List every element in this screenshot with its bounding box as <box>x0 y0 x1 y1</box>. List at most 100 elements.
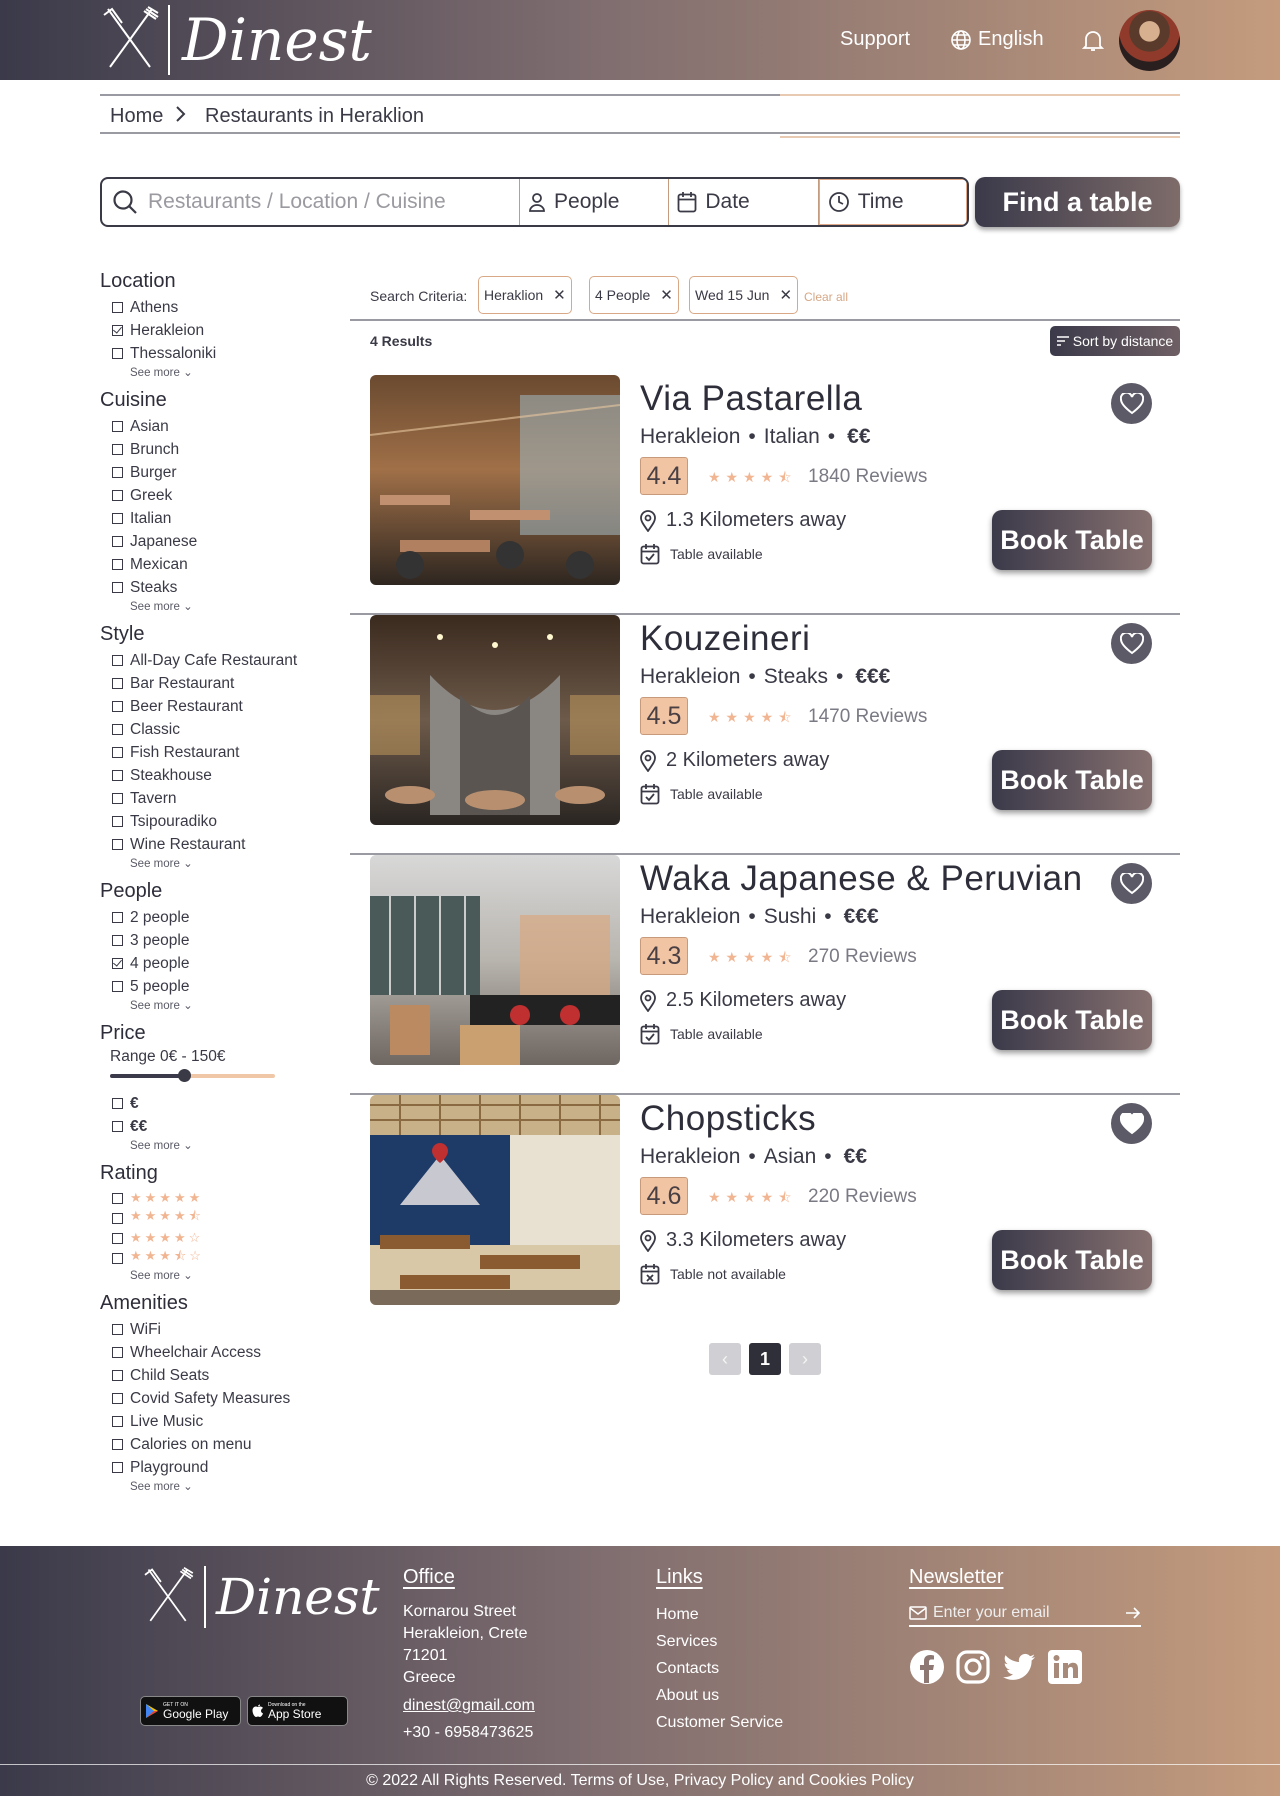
filter-option[interactable]: Athens <box>100 296 320 319</box>
restaurant-photo[interactable] <box>370 615 620 825</box>
see-more-link[interactable]: See more ⌄ <box>100 856 320 870</box>
checkbox-checked[interactable] <box>112 958 123 969</box>
checkbox[interactable] <box>112 421 123 432</box>
footer-logo[interactable]: Dinest <box>140 1566 380 1628</box>
checkbox[interactable] <box>112 1212 123 1224</box>
filter-option[interactable]: Child Seats <box>100 1364 320 1387</box>
find-table-button[interactable]: Find a table <box>975 177 1180 227</box>
user-avatar[interactable] <box>1119 10 1180 71</box>
checkbox[interactable] <box>112 1252 123 1264</box>
filter-option[interactable]: Thessaloniki <box>100 342 320 365</box>
filter-option[interactable]: Greek <box>100 484 320 507</box>
previous-page-button[interactable]: ‹ <box>709 1343 741 1375</box>
slider-handle[interactable] <box>178 1069 191 1082</box>
see-more-link[interactable]: See more ⌄ <box>100 998 320 1012</box>
checkbox[interactable] <box>112 536 123 547</box>
see-more-link[interactable]: See more ⌄ <box>100 1268 320 1282</box>
checkbox[interactable] <box>112 302 123 313</box>
restaurant-name[interactable]: Chopsticks <box>640 1099 816 1139</box>
book-table-button[interactable]: Book Table <box>992 510 1152 570</box>
filter-option[interactable]: 3 people <box>100 929 320 952</box>
checkbox[interactable] <box>112 1232 123 1244</box>
filter-option[interactable]: Fish Restaurant <box>100 741 320 764</box>
app-store-badge[interactable]: Download on the App Store <box>247 1696 348 1726</box>
footer-link[interactable]: Contacts <box>656 1655 783 1682</box>
filter-option[interactable]: 2 people <box>100 906 320 929</box>
checkbox[interactable] <box>112 655 123 666</box>
linkedin-icon[interactable] <box>1047 1649 1083 1685</box>
filter-option[interactable]: Wheelchair Access <box>100 1341 320 1364</box>
reviews-count[interactable]: 270 Reviews <box>808 946 917 968</box>
filter-option[interactable]: 4 people <box>100 952 320 975</box>
checkbox[interactable] <box>112 1121 123 1132</box>
see-more-link[interactable]: See more ⌄ <box>100 365 320 379</box>
filter-option[interactable]: ★★★⯪☆ <box>100 1248 320 1268</box>
favorite-button[interactable] <box>1111 863 1152 904</box>
checkbox[interactable] <box>112 1416 123 1427</box>
footer-link[interactable]: Home <box>656 1601 783 1628</box>
restaurant-photo[interactable] <box>370 375 620 585</box>
sort-button[interactable]: Sort by distance <box>1050 326 1180 356</box>
arrow-right-icon[interactable] <box>1125 1606 1141 1620</box>
breadcrumb-home[interactable]: Home <box>110 105 163 128</box>
checkbox[interactable] <box>112 1370 123 1381</box>
filter-option[interactable]: Wine Restaurant <box>100 833 320 856</box>
checkbox[interactable] <box>112 1324 123 1335</box>
filter-option[interactable]: Playground <box>100 1456 320 1479</box>
instagram-icon[interactable] <box>955 1649 991 1685</box>
support-link[interactable]: Support <box>840 28 910 51</box>
criteria-chip[interactable]: Heraklion ✕ <box>478 276 572 314</box>
book-table-button[interactable]: Book Table <box>992 990 1152 1050</box>
filter-option[interactable]: Bar Restaurant <box>100 672 320 695</box>
checkbox[interactable] <box>112 935 123 946</box>
language-selector[interactable]: English <box>950 28 1044 51</box>
footer-link[interactable]: Services <box>656 1628 783 1655</box>
checkbox-checked[interactable] <box>112 325 123 336</box>
search-input[interactable]: Restaurants / Location / Cuisine <box>102 179 521 225</box>
filter-option[interactable]: Brunch <box>100 438 320 461</box>
google-play-badge[interactable]: GET IT ON Google Play <box>140 1696 241 1726</box>
criteria-chip[interactable]: Wed 15 Jun ✕ <box>689 276 799 314</box>
checkbox[interactable] <box>112 981 123 992</box>
checkbox[interactable] <box>112 816 123 827</box>
checkbox[interactable] <box>112 701 123 712</box>
current-page-button[interactable]: 1 <box>749 1343 781 1375</box>
filter-option[interactable]: Japanese <box>100 530 320 553</box>
close-icon[interactable]: ✕ <box>779 286 792 304</box>
checkbox[interactable] <box>112 1098 123 1109</box>
criteria-chip[interactable]: 4 People ✕ <box>589 276 679 314</box>
book-table-button[interactable]: Book Table <box>992 1230 1152 1290</box>
filter-option[interactable]: Tavern <box>100 787 320 810</box>
brand-logo[interactable]: Dinest <box>100 4 372 76</box>
filter-option[interactable]: All-Day Cafe Restaurant <box>100 649 320 672</box>
checkbox[interactable] <box>112 582 123 593</box>
reviews-count[interactable]: 220 Reviews <box>808 1186 917 1208</box>
restaurant-photo[interactable] <box>370 1095 620 1305</box>
filter-option[interactable]: ★★★★★ <box>100 1188 320 1208</box>
people-selector[interactable]: People <box>520 179 670 225</box>
filter-option[interactable]: ★★★★☆ <box>100 1228 320 1248</box>
price-slider[interactable] <box>110 1069 275 1082</box>
restaurant-photo[interactable] <box>370 855 620 1065</box>
filter-option[interactable]: Burger <box>100 461 320 484</box>
checkbox[interactable] <box>112 678 123 689</box>
checkbox[interactable] <box>112 839 123 850</box>
date-selector[interactable]: Date <box>669 179 819 225</box>
filter-option[interactable]: Asian <box>100 415 320 438</box>
newsletter-email-field[interactable]: Enter your email <box>909 1601 1141 1627</box>
filter-option[interactable]: Tsipouradiko <box>100 810 320 833</box>
checkbox[interactable] <box>112 1192 123 1204</box>
checkbox[interactable] <box>112 724 123 735</box>
filter-option[interactable]: Classic <box>100 718 320 741</box>
filter-option[interactable]: Beer Restaurant <box>100 695 320 718</box>
checkbox[interactable] <box>112 559 123 570</box>
reviews-count[interactable]: 1470 Reviews <box>808 706 927 728</box>
checkbox[interactable] <box>112 444 123 455</box>
filter-option[interactable]: Italian <box>100 507 320 530</box>
twitter-icon[interactable] <box>1001 1649 1037 1685</box>
close-icon[interactable]: ✕ <box>660 286 673 304</box>
favorite-button[interactable] <box>1111 1103 1152 1144</box>
checkbox[interactable] <box>112 490 123 501</box>
checkbox[interactable] <box>112 1393 123 1404</box>
notifications-button[interactable] <box>1081 28 1105 57</box>
